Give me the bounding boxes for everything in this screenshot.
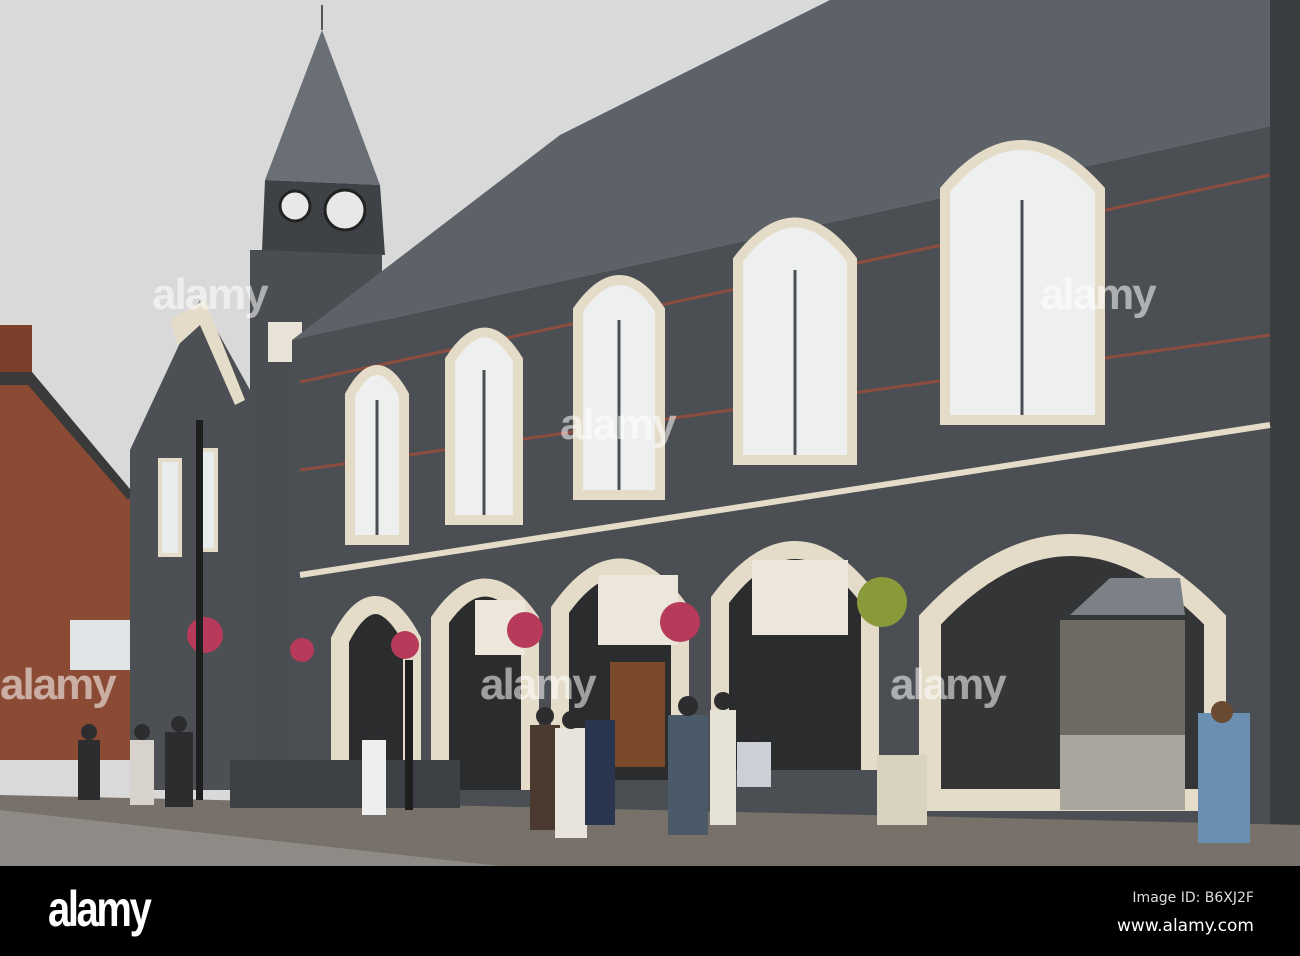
wooden-door [610,662,665,767]
photo-frame: alamy alamy alamy alamy alamy alamy alam… [0,0,1300,956]
watermark: alamy [890,660,1007,709]
alamy-logo: alamy [48,881,152,937]
clock-face [323,188,367,232]
watermark: alamy [1040,270,1157,319]
watermark: alamy [152,270,269,319]
watermark: alamy [560,400,677,449]
chimney [0,325,32,380]
clock-face [278,189,312,223]
watermark: alamy [0,660,117,709]
site-url: www.alamy.com [1116,916,1254,936]
image-id: Image ID: B6XJ2F [1132,890,1254,906]
lamp-post [196,420,203,800]
footer-bar: alamy Image ID: B6XJ2F www.alamy.com [0,866,1300,956]
watermark: alamy [480,660,597,709]
